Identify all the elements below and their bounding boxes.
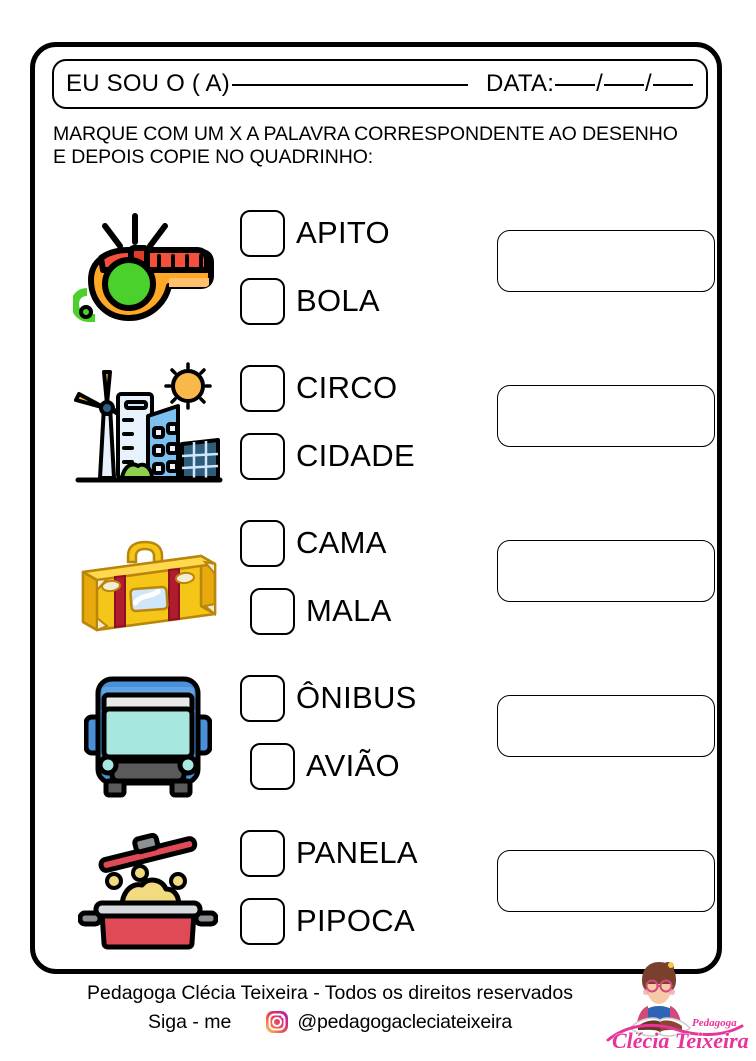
answer-cell [497, 850, 715, 912]
option-label: CIDADE [296, 438, 415, 473]
checkbox[interactable] [240, 209, 285, 257]
options-cell: CAMA MALA [240, 509, 495, 659]
bus-icon [83, 676, 212, 797]
checkbox[interactable] [240, 674, 285, 722]
option-label: APITO [296, 215, 390, 250]
exercise-row: CAMA MALA [35, 505, 717, 660]
answer-cell [497, 385, 715, 447]
options-cell: APITO BOLA [240, 199, 495, 349]
picture-cell [55, 195, 240, 350]
answer-box[interactable] [497, 540, 715, 602]
option-row[interactable]: MALA [250, 585, 392, 637]
option-label: CAMA [296, 525, 387, 560]
brand-logo: Pedagoga Clécia Teixeira [600, 956, 750, 1056]
option-label: PIPOCA [296, 903, 415, 938]
name-label: EU SOU O ( A) [66, 70, 230, 97]
option-row[interactable]: BOLA [240, 275, 380, 327]
options-cell: ÔNIBUS AVIÃO [240, 664, 495, 814]
instructions: MARQUE COM UM X A PALAVRA CORRESPONDENTE… [53, 123, 725, 169]
option-label: BOLA [296, 283, 380, 318]
footer: Pedagoga Clécia Teixeira - Todos os dire… [0, 962, 756, 1058]
option-row[interactable]: PANELA [240, 827, 418, 879]
follow-label: Siga - me [147, 1010, 232, 1033]
checkbox[interactable] [240, 277, 285, 325]
pot-icon [77, 832, 218, 949]
answer-box[interactable] [497, 695, 715, 757]
option-label: PANELA [296, 835, 418, 870]
option-label: CIRCO [296, 370, 398, 405]
picture-cell [55, 815, 240, 970]
answer-box[interactable] [497, 385, 715, 447]
option-row[interactable]: PIPOCA [240, 895, 415, 947]
checkbox[interactable] [240, 432, 285, 480]
date-year-line[interactable] [652, 83, 693, 86]
exercise-row: PANELA PIPOCA [35, 815, 717, 970]
answer-box[interactable] [497, 230, 715, 292]
options-cell: PANELA PIPOCA [240, 819, 495, 969]
picture-cell [55, 505, 240, 660]
whistle-icon [72, 212, 214, 322]
logo-name-text: Clécia Teixeira [612, 1028, 749, 1053]
pedagoga-clecia-teixeira-logo: Pedagoga Clécia Teixeira [606, 962, 749, 1053]
date-sep-2: / [644, 70, 652, 97]
checkbox[interactable] [240, 829, 285, 877]
answer-cell [497, 540, 715, 602]
answer-cell [497, 230, 715, 292]
checkbox[interactable] [240, 519, 285, 567]
date-month-line[interactable] [603, 83, 644, 86]
instruction-line-2: E DEPOIS COPIE NO QUADRINHO: [53, 146, 374, 168]
checkbox[interactable] [250, 587, 295, 635]
option-row[interactable]: CIRCO [240, 362, 397, 414]
date-day-line[interactable] [555, 83, 596, 86]
option-label: ÔNIBUS [296, 680, 417, 715]
instagram-icon[interactable] [265, 1010, 289, 1034]
option-row[interactable]: ÔNIBUS [240, 672, 417, 724]
checkbox[interactable] [250, 742, 295, 790]
picture-cell [55, 350, 240, 505]
name-write-line[interactable] [231, 83, 468, 86]
options-cell: CIRCO CIDADE [240, 354, 495, 504]
option-row[interactable]: AVIÃO [250, 740, 400, 792]
checkbox[interactable] [240, 897, 285, 945]
follow-row: Siga - me @pedagogacleciateixeira [0, 1010, 660, 1034]
answer-box[interactable] [497, 850, 715, 912]
exercise-row: APITO BOLA [35, 195, 717, 350]
option-row[interactable]: CAMA [240, 517, 387, 569]
exercise-row: ÔNIBUS AVIÃO [35, 660, 717, 815]
option-row[interactable]: APITO [240, 207, 390, 259]
date-sep-1: / [596, 70, 603, 97]
worksheet-frame: EU SOU O ( A) DATA: / / MARQUE COM UM X A … [30, 42, 722, 974]
picture-cell [55, 660, 240, 815]
date-label: DATA: [485, 70, 555, 97]
name-date-field[interactable]: EU SOU O ( A) DATA: / / [52, 59, 708, 109]
instruction-line-1: MARQUE COM UM X A PALAVRA CORRESPONDENTE… [53, 123, 678, 145]
option-label: MALA [306, 593, 392, 628]
option-row[interactable]: CIDADE [240, 430, 415, 482]
city-icon [74, 361, 223, 482]
copyright-text: Pedagoga Clécia Teixeira - Todos os dire… [87, 982, 573, 1004]
answer-cell [497, 695, 715, 757]
checkbox[interactable] [240, 364, 285, 412]
exercise-row: CIRCO CIDADE [35, 350, 717, 505]
instagram-handle[interactable]: @pedagogacleciateixeira [297, 1011, 512, 1034]
option-label: AVIÃO [306, 748, 400, 783]
suitcase-icon [81, 540, 216, 631]
